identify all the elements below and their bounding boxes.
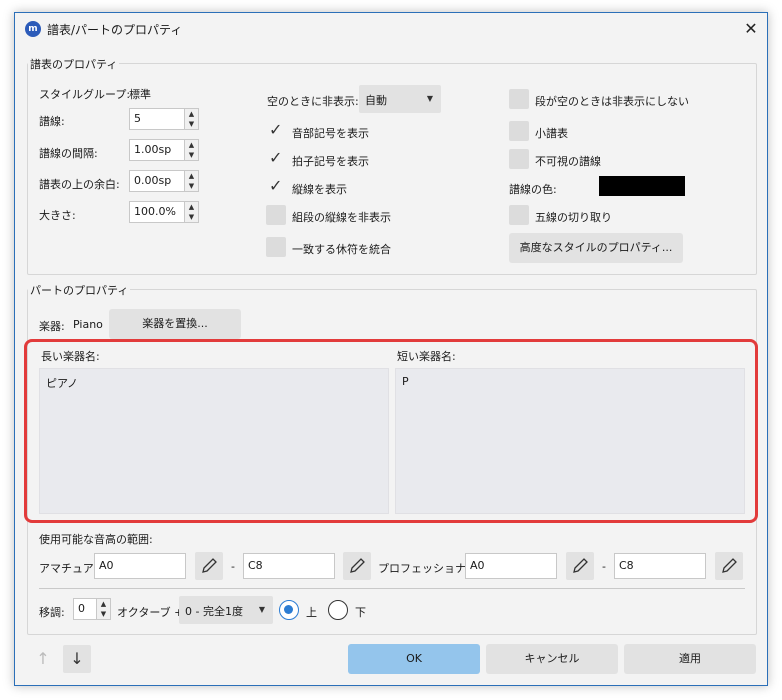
pencil-icon[interactable] <box>715 552 743 580</box>
dont-hide-empty-checkbox[interactable] <box>509 89 529 109</box>
spin-up-icon[interactable]: ▲ <box>185 140 198 150</box>
check-icon: ✓ <box>269 148 283 167</box>
pro-low-input[interactable]: A0 <box>465 553 557 579</box>
invisible-lines-checkbox[interactable] <box>509 149 529 169</box>
arrow-down-icon[interactable]: ↓ <box>63 645 91 673</box>
hide-when-empty-value: 自動 <box>365 94 387 107</box>
merge-rests-label: 一致する休符を統合 <box>292 243 391 256</box>
small-staff-checkbox[interactable] <box>509 121 529 141</box>
hide-when-empty-combo[interactable]: 自動 ▼ <box>359 85 441 113</box>
hide-when-empty-label: 空のときに非表示: <box>267 95 359 108</box>
pencil-icon[interactable] <box>343 552 371 580</box>
spin-down-icon[interactable]: ▼ <box>97 609 110 619</box>
line-distance-value: 1.00sp <box>134 143 172 156</box>
lines-label: 譜線: <box>39 115 65 128</box>
scale-spinbox[interactable]: 100.0% ▲ ▼ <box>129 201 199 223</box>
range-dash: - <box>231 560 235 573</box>
amateur-high-input[interactable]: C8 <box>243 553 335 579</box>
line-distance-label: 譜線の間隔: <box>39 147 98 160</box>
octave-spinbox[interactable]: 0 ▲ ▼ <box>73 598 111 620</box>
pro-high-input[interactable]: C8 <box>614 553 706 579</box>
check-icon: ✓ <box>269 120 283 139</box>
show-barlines-checkbox[interactable]: ✓ <box>266 176 286 197</box>
spin-up-icon[interactable]: ▲ <box>97 599 110 609</box>
dont-hide-empty-label: 段が空のときは非表示にしない <box>535 95 689 108</box>
spin-up-icon[interactable]: ▲ <box>185 171 198 181</box>
spin-up-icon[interactable]: ▲ <box>185 109 198 119</box>
range-dash: - <box>602 560 606 573</box>
close-icon[interactable]: ✕ <box>739 17 763 41</box>
pencil-icon[interactable] <box>195 552 223 580</box>
scale-label: 大きさ: <box>39 209 76 222</box>
style-group-label: スタイルグループ: <box>39 88 131 101</box>
advanced-style-button[interactable]: 高度なスタイルのプロパティ... <box>509 233 683 263</box>
interval-combo[interactable]: 0 - 完全1度 ▼ <box>179 596 273 624</box>
extra-distance-spinbox[interactable]: 0.00sp ▲ ▼ <box>129 170 199 192</box>
lines-spinbox[interactable]: 5 ▲ ▼ <box>129 108 199 130</box>
line-color-swatch[interactable] <box>599 176 685 196</box>
show-clef-label: 音部記号を表示 <box>292 127 369 140</box>
lines-value: 5 <box>134 112 141 125</box>
transpose-up-label: 上 <box>306 606 317 619</box>
staff-properties-title: 譜表のプロパティ <box>28 56 120 72</box>
line-color-label: 譜線の色: <box>509 183 557 196</box>
cancel-button[interactable]: キャンセル <box>486 644 618 674</box>
properties-dialog: m 譜表/パートのプロパティ ✕ 譜表のプロパティ スタイルグループ: 標準 譜… <box>14 12 768 686</box>
transpose-up-radio[interactable] <box>279 600 299 620</box>
interval-value: 0 - 完全1度 <box>185 605 243 618</box>
small-staff-label: 小譜表 <box>535 127 568 140</box>
pencil-icon[interactable] <box>566 552 594 580</box>
instrument-label: 楽器: <box>39 320 65 333</box>
chevron-down-icon: ▼ <box>258 605 265 614</box>
amateur-low-input[interactable]: A0 <box>94 553 186 579</box>
style-group-value: 標準 <box>129 88 151 101</box>
invisible-lines-label: 不可視の譜線 <box>535 155 601 168</box>
show-barlines-label: 縦線を表示 <box>292 183 347 196</box>
transpose-down-radio[interactable] <box>328 600 348 620</box>
cutaway-label: 五線の切り取り <box>535 211 612 224</box>
app-icon: m <box>25 21 41 37</box>
hide-system-barline-checkbox[interactable] <box>266 205 286 225</box>
spin-up-icon[interactable]: ▲ <box>185 202 198 212</box>
extra-distance-label: 譜表の上の余白: <box>39 178 120 191</box>
extra-distance-value: 0.00sp <box>134 174 172 187</box>
range-label: 使用可能な音高の範囲: <box>39 533 153 546</box>
line-distance-spinbox[interactable]: 1.00sp ▲ ▼ <box>129 139 199 161</box>
part-properties-title: パートのプロパティ <box>28 282 131 298</box>
apply-button[interactable]: 適用 <box>624 644 756 674</box>
window-title: 譜表/パートのプロパティ <box>47 23 183 37</box>
spin-down-icon[interactable]: ▼ <box>185 212 198 222</box>
arrow-up-icon[interactable]: ↑ <box>29 645 57 673</box>
show-clef-checkbox[interactable]: ✓ <box>266 120 286 141</box>
chevron-down-icon: ▼ <box>426 94 433 103</box>
amateur-label: アマチュア: <box>39 562 98 575</box>
ok-button[interactable]: OK <box>348 644 480 674</box>
divider <box>39 588 745 589</box>
scale-value: 100.0% <box>134 205 176 218</box>
cutaway-checkbox[interactable] <box>509 205 529 225</box>
title-bar: m 譜表/パートのプロパティ ✕ <box>15 13 767 45</box>
check-icon: ✓ <box>269 176 283 195</box>
merge-rests-checkbox[interactable] <box>266 237 286 257</box>
hide-system-barline-label: 組段の縦線を非表示 <box>292 211 391 224</box>
show-timesig-label: 拍子記号を表示 <box>292 155 369 168</box>
octave-label: オクターブ + <box>117 606 184 619</box>
instrument-value: Piano <box>73 318 103 331</box>
show-timesig-checkbox[interactable]: ✓ <box>266 148 286 169</box>
transpose-down-label: 下 <box>355 606 366 619</box>
transpose-label: 移調: <box>39 606 65 619</box>
spin-down-icon[interactable]: ▼ <box>185 119 198 129</box>
octave-value: 0 <box>78 602 85 615</box>
change-instrument-button[interactable]: 楽器を置換... <box>109 309 241 339</box>
spin-down-icon[interactable]: ▼ <box>185 150 198 160</box>
highlight-box <box>24 339 758 523</box>
spin-down-icon[interactable]: ▼ <box>185 181 198 191</box>
